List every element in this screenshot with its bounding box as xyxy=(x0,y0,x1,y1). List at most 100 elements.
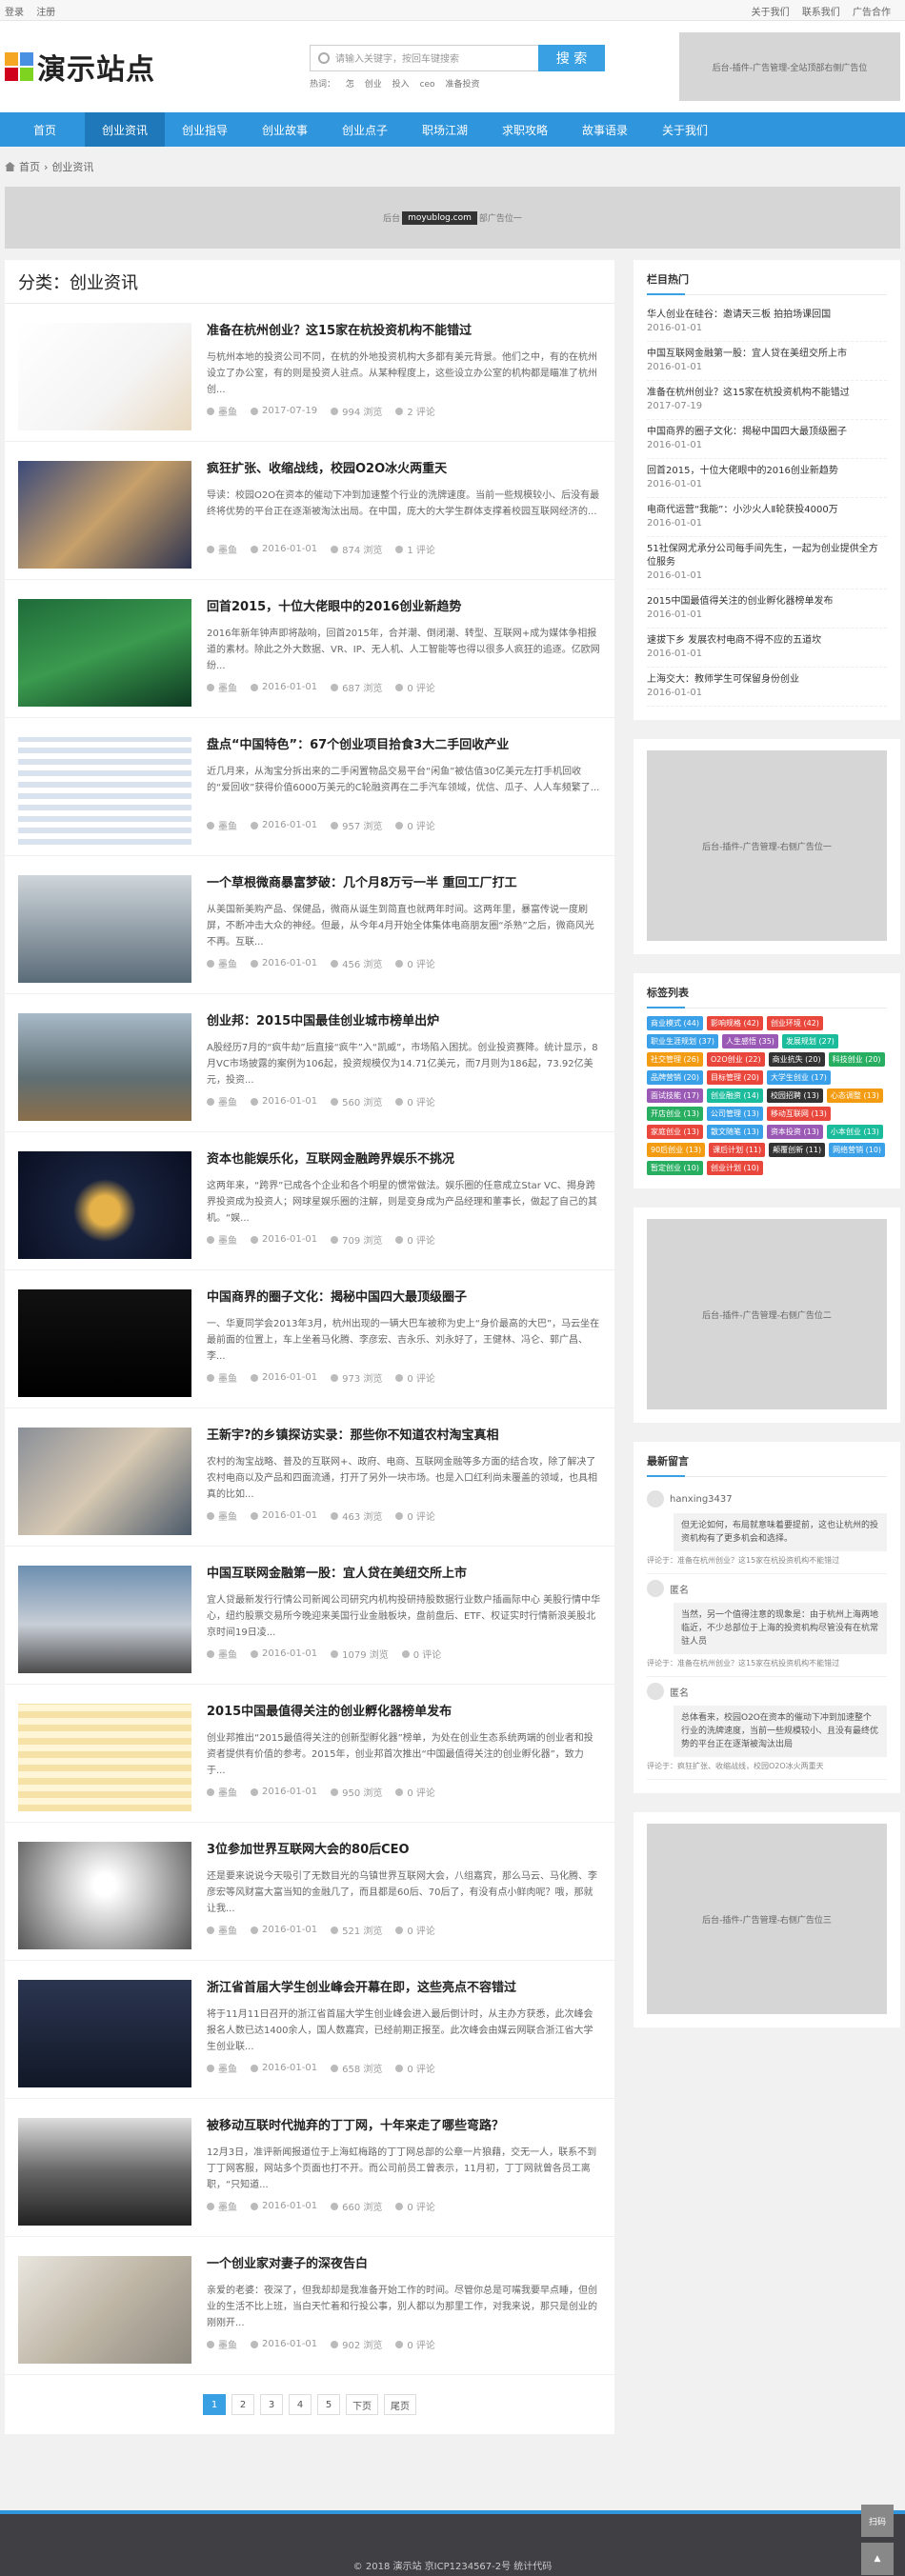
hotword[interactable]: 创业 xyxy=(365,80,382,90)
tag-link[interactable]: 品牌营销 (20) xyxy=(647,1070,703,1085)
hot-item[interactable]: 中国互联网金融第一股：宜人贷在美纽交所上市 2016-01-01 xyxy=(647,342,887,381)
page-5[interactable]: 5 xyxy=(317,2394,340,2415)
hot-item[interactable]: 电商代运营“我能”：小沙火人Ⅱ轮获投4000万 2016-01-01 xyxy=(647,498,887,537)
tag-link[interactable]: O2O创业 (22) xyxy=(706,1052,765,1067)
post-title[interactable]: 一个创业家对妻子的深夜告白 xyxy=(207,2256,601,2275)
post-thumbnail[interactable] xyxy=(18,737,191,845)
comment-target[interactable]: 评论于：准备在杭州创业？这15家在杭投资机构不能错过 xyxy=(647,1555,887,1566)
comment-target[interactable]: 评论于：准备在杭州创业？这15家在杭投资机构不能错过 xyxy=(647,1658,887,1668)
tag-link[interactable]: 移动互联网 (13) xyxy=(766,1107,831,1121)
search-input[interactable]: 请输入关键字，按回车键搜索 xyxy=(310,44,538,71)
post-thumbnail[interactable] xyxy=(18,1842,191,1949)
post-thumbnail[interactable] xyxy=(18,1289,191,1397)
hot-item-title[interactable]: 回首2015，十位大佬眼中的2016创业新趋势 xyxy=(647,465,887,478)
post-title[interactable]: 一个草根微商暴富梦破：几个月8万亏一半 重回工厂打工 xyxy=(207,875,601,894)
register-link[interactable]: 注册 xyxy=(36,8,55,18)
tag-link[interactable]: 人生感悟 (35) xyxy=(721,1034,778,1048)
sidebar-ad-1[interactable]: 后台-插件-广告管理-右侧广告位一 xyxy=(647,750,887,941)
hot-item[interactable]: 速拔下乡 发展农村电商不得不应的五道坎 2016-01-01 xyxy=(647,629,887,668)
tag-link[interactable]: 创业环境 (42) xyxy=(766,1016,823,1030)
sidebar-ad-3[interactable]: 后台-插件-广告管理-右侧广告位三 xyxy=(647,1824,887,2014)
post-thumbnail[interactable] xyxy=(18,1151,191,1259)
page-3[interactable]: 3 xyxy=(260,2394,283,2415)
tag-link[interactable]: 面试技能 (17) xyxy=(647,1088,703,1103)
tag-link[interactable]: 公司管理 (13) xyxy=(706,1107,763,1121)
page-1[interactable]: 1 xyxy=(203,2394,226,2415)
tag-link[interactable]: 暂定创业 (10) xyxy=(647,1161,703,1175)
post-title[interactable]: 2015中国最值得关注的创业孵化器榜单发布 xyxy=(207,1704,601,1723)
post-thumbnail[interactable] xyxy=(18,461,191,569)
qrcode-button[interactable]: 扫码 xyxy=(861,2505,894,2537)
post-title[interactable]: 资本也能娱乐化，互联网金融跨界娱乐不挑况 xyxy=(207,1151,601,1170)
tag-link[interactable]: 散文随笔 (13) xyxy=(706,1125,763,1139)
post-thumbnail[interactable] xyxy=(18,1980,191,2087)
tag-link[interactable]: 家庭创业 (13) xyxy=(647,1125,703,1139)
hotword[interactable]: 准备投资 xyxy=(445,80,479,90)
post-title[interactable]: 被移动互联时代抛弃的丁丁网，十年来走了哪些弯路？ xyxy=(207,2118,601,2137)
nav-about[interactable]: 关于我们 xyxy=(645,112,725,147)
hot-item[interactable]: 回首2015，十位大佬眼中的2016创业新趋势 2016-01-01 xyxy=(647,459,887,498)
post-title[interactable]: 疯狂扩张、收缩战线，校园O2O冰火两重天 xyxy=(207,461,601,480)
sidebar-ad-2[interactable]: 后台-插件-广告管理-右侧广告位二 xyxy=(647,1219,887,1409)
tag-link[interactable]: 颠覆创新 (11) xyxy=(769,1143,826,1157)
comment-target[interactable]: 评论于：疯狂扩张、收缩战线，校园O2O冰火两重天 xyxy=(647,1761,887,1771)
nav-quotes[interactable]: 故事语录 xyxy=(565,112,645,147)
tag-link[interactable]: 创业计划 (10) xyxy=(706,1161,763,1175)
hot-item-title[interactable]: 2015中国最值得关注的创业孵化器榜单发布 xyxy=(647,595,887,609)
hotword[interactable]: 投入 xyxy=(392,80,410,90)
post-title[interactable]: 盘点“中国特色”：67个创业项目拾食3大二手回收产业 xyxy=(207,737,601,756)
post-thumbnail[interactable] xyxy=(18,1013,191,1121)
tag-link[interactable]: 职业生涯规划 (37) xyxy=(647,1034,718,1048)
hot-item-title[interactable]: 华人创业在硅谷：邀请天三板 拍拍场课回国 xyxy=(647,309,887,322)
nav-jobs[interactable]: 求职攻略 xyxy=(485,112,565,147)
tag-link[interactable]: 商业抗失 (20) xyxy=(768,1052,825,1067)
hot-item[interactable]: 上海交大：教师学生可保留身份创业 2016-01-01 xyxy=(647,668,887,707)
post-title[interactable]: 中国互联网金融第一股：宜人贷在美纽交所上市 xyxy=(207,1566,601,1585)
search-button[interactable]: 搜 索 xyxy=(538,44,605,71)
post-title[interactable]: 王新宇?的乡镇探访实录：那些你不知道农村淘宝真相 xyxy=(207,1428,601,1447)
top-link-about[interactable]: 关于我们 xyxy=(752,8,790,18)
post-title[interactable]: 回首2015，十位大佬眼中的2016创业新趋势 xyxy=(207,599,601,618)
breadcrumb-home[interactable]: 首页 xyxy=(19,159,40,174)
tag-link[interactable]: 目标管理 (20) xyxy=(706,1070,763,1085)
top-link-contact[interactable]: 联系我们 xyxy=(802,8,840,18)
tag-link[interactable]: 发展规划 (27) xyxy=(781,1034,838,1048)
post-title[interactable]: 浙江省首届大学生创业峰会开幕在即，这些亮点不容错过 xyxy=(207,1980,601,1999)
tag-link[interactable]: 90后创业 (13) xyxy=(647,1143,706,1157)
page-2[interactable]: 2 xyxy=(231,2394,254,2415)
post-title[interactable]: 创业邦：2015中国最佳创业城市榜单出炉 xyxy=(207,1013,601,1032)
hotword[interactable]: ceo xyxy=(420,80,435,90)
tag-link[interactable]: 校园招聘 (13) xyxy=(766,1088,823,1103)
post-title[interactable]: 3位参加世界互联网大会的80后CEO xyxy=(207,1842,601,1861)
tag-link[interactable]: 开店创业 (13) xyxy=(647,1107,703,1121)
nav-workplace[interactable]: 职场江湖 xyxy=(405,112,485,147)
banner-ad[interactable]: 后台 moyublog.com 部广告位一 xyxy=(5,187,900,249)
tag-link[interactable]: 资本投资 (13) xyxy=(766,1125,823,1139)
page-4[interactable]: 4 xyxy=(289,2394,312,2415)
hot-item-title[interactable]: 准备在杭州创业？这15家在杭投资机构不能错过 xyxy=(647,387,887,400)
post-thumbnail[interactable] xyxy=(18,875,191,983)
post-title[interactable]: 中国商界的圈子文化：揭秘中国四大最顶级圈子 xyxy=(207,1289,601,1308)
post-thumbnail[interactable] xyxy=(18,1428,191,1535)
tag-link[interactable]: 大学生创业 (17) xyxy=(766,1070,831,1085)
top-link-ads[interactable]: 广告合作 xyxy=(853,8,891,18)
post-thumbnail[interactable] xyxy=(18,323,191,430)
login-link[interactable]: 登录 xyxy=(5,8,24,18)
tag-link[interactable]: 创业融资 (14) xyxy=(706,1088,763,1103)
nav-startup-news[interactable]: 创业资讯 xyxy=(85,112,165,147)
hot-item-title[interactable]: 中国商界的圈子文化：揭秘中国四大最顶级圈子 xyxy=(647,426,887,439)
post-thumbnail[interactable] xyxy=(18,2118,191,2226)
tag-link[interactable]: 科技创业 (20) xyxy=(828,1052,885,1067)
hot-item-title[interactable]: 电商代运营“我能”：小沙火人Ⅱ轮获投4000万 xyxy=(647,504,887,517)
tag-link[interactable]: 课后计划 (11) xyxy=(709,1143,766,1157)
hot-item-title[interactable]: 中国互联网金融第一股：宜人贷在美纽交所上市 xyxy=(647,348,887,361)
header-ad[interactable]: 后台-插件-广告管理-全站顶部右侧广告位 xyxy=(679,32,900,101)
nav-stories[interactable]: 创业故事 xyxy=(245,112,325,147)
hot-item[interactable]: 华人创业在硅谷：邀请天三板 拍拍场课回国 2016-01-01 xyxy=(647,303,887,342)
hot-item-title[interactable]: 速拔下乡 发展农村电商不得不应的五道坎 xyxy=(647,634,887,648)
post-thumbnail[interactable] xyxy=(18,1704,191,1811)
nav-ideas[interactable]: 创业点子 xyxy=(325,112,405,147)
post-thumbnail[interactable] xyxy=(18,599,191,707)
tag-link[interactable]: 小本创业 (13) xyxy=(826,1125,883,1139)
tag-link[interactable]: 社交管理 (26) xyxy=(647,1052,703,1067)
